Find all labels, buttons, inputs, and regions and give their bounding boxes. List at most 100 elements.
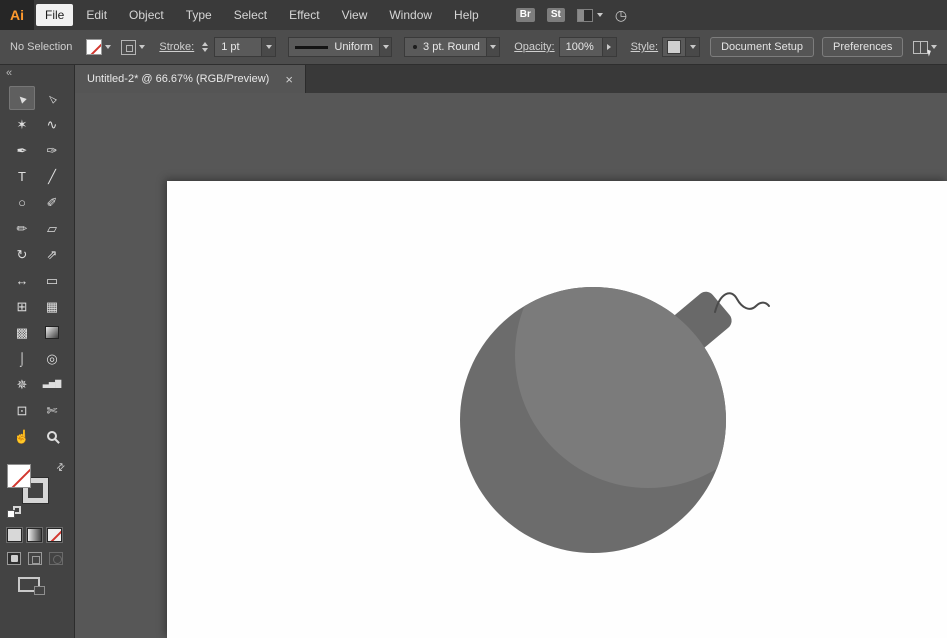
bridge-button[interactable]: Br bbox=[515, 8, 535, 22]
canvas[interactable] bbox=[75, 93, 947, 638]
line-segment-icon: ╱ bbox=[48, 168, 56, 184]
shape-builder-tool[interactable]: ⊞ bbox=[9, 294, 35, 318]
arrange-documents-control[interactable] bbox=[913, 40, 937, 54]
stepper-up-icon[interactable] bbox=[202, 42, 209, 46]
zoom-tool[interactable] bbox=[39, 424, 65, 448]
opacity-dropdown[interactable]: 100% bbox=[558, 37, 617, 57]
perspective-grid-tool[interactable]: ▦ bbox=[39, 294, 65, 318]
pen-tool[interactable]: ✒ bbox=[9, 138, 35, 162]
chevron-down-icon bbox=[689, 45, 696, 49]
menu-window[interactable]: Window bbox=[380, 4, 441, 26]
blend-tool[interactable]: ◎ bbox=[39, 346, 65, 370]
ellipse-tool[interactable]: ○ bbox=[9, 190, 35, 214]
dropdown-button[interactable] bbox=[378, 38, 392, 56]
stepper-down-icon[interactable] bbox=[202, 48, 209, 52]
magic-wand-icon: ✶ bbox=[16, 116, 28, 132]
workspace-switcher[interactable] bbox=[576, 8, 603, 22]
menu-view[interactable]: View bbox=[333, 4, 377, 26]
menu-effect[interactable]: Effect bbox=[280, 4, 328, 26]
gradient-icon bbox=[45, 325, 59, 339]
stroke-color-swatch[interactable] bbox=[121, 39, 137, 55]
dropdown-button[interactable] bbox=[261, 38, 276, 56]
bomb-highlight[interactable] bbox=[515, 222, 781, 488]
default-fill-stroke-icon[interactable] bbox=[7, 506, 21, 519]
rotate-tool[interactable]: ↻ bbox=[9, 242, 35, 266]
shape-builder-icon: ⊞ bbox=[16, 298, 28, 314]
scale-icon: ⇗ bbox=[46, 246, 58, 262]
mesh-tool[interactable]: ▩ bbox=[9, 320, 35, 344]
stroke-weight-dropdown[interactable]: 1 pt bbox=[214, 37, 277, 57]
menu-edit[interactable]: Edit bbox=[77, 4, 116, 26]
free-transform-icon: ▭ bbox=[45, 272, 59, 288]
eraser-tool[interactable]: ▱ bbox=[39, 216, 65, 240]
artboard-tool[interactable]: ⊡ bbox=[9, 398, 35, 422]
column-graph-tool[interactable]: ▃▅▇ bbox=[39, 372, 65, 396]
style-dropdown[interactable] bbox=[662, 37, 701, 57]
selection-tool[interactable]: ► bbox=[9, 86, 35, 111]
collapse-panel-icon[interactable]: « bbox=[0, 65, 18, 80]
draw-normal-button[interactable] bbox=[7, 552, 21, 566]
width-profile-dropdown[interactable]: Uniform bbox=[288, 37, 393, 57]
hand-tool[interactable]: ☝ bbox=[9, 424, 35, 448]
document-tab[interactable]: Untitled-2* @ 66.67% (RGB/Preview) × bbox=[75, 65, 306, 93]
chevron-down-icon bbox=[382, 45, 389, 49]
slice-tool[interactable]: ✄ bbox=[39, 398, 65, 422]
curvature-tool[interactable]: ✑ bbox=[39, 138, 65, 162]
screen-mode-button[interactable] bbox=[18, 577, 45, 596]
menu-help[interactable]: Help bbox=[445, 4, 488, 26]
document-setup-button[interactable]: Document Setup bbox=[710, 37, 815, 57]
lasso-tool[interactable]: ∿ bbox=[39, 112, 65, 136]
gradient-tool[interactable] bbox=[39, 320, 65, 344]
scale-tool[interactable]: ⇗ bbox=[39, 242, 65, 266]
style-swatch bbox=[667, 40, 682, 54]
menu-select[interactable]: Select bbox=[225, 4, 276, 26]
fill-swatch-none[interactable] bbox=[7, 464, 31, 489]
eyedropper-tool[interactable]: ⌡ bbox=[9, 346, 35, 370]
zoom-icon bbox=[47, 431, 57, 442]
color-button[interactable] bbox=[7, 528, 22, 543]
selection-status: No Selection bbox=[10, 41, 73, 53]
fill-color-swatch[interactable] bbox=[86, 39, 103, 55]
artboard[interactable] bbox=[167, 181, 947, 638]
chevron-down-icon[interactable] bbox=[105, 45, 112, 49]
illustrator-logo-icon: Ai bbox=[0, 0, 34, 30]
magic-wand-tool[interactable]: ✶ bbox=[9, 112, 35, 136]
line-segment-tool[interactable]: ╱ bbox=[39, 164, 65, 188]
shaper-tool[interactable]: ✏ bbox=[9, 216, 35, 240]
swap-fill-stroke-icon[interactable]: ⇄ bbox=[54, 461, 68, 475]
draw-inside-button[interactable] bbox=[49, 552, 63, 566]
width-tool[interactable]: ↔ bbox=[9, 268, 35, 292]
dropdown-button[interactable] bbox=[601, 38, 616, 56]
chevron-down-icon[interactable] bbox=[139, 45, 146, 49]
menu-file[interactable]: File bbox=[36, 4, 74, 26]
chevron-down-icon bbox=[931, 45, 937, 49]
brush-dropdown[interactable]: 3 pt. Round bbox=[404, 37, 501, 57]
type-tool[interactable]: T bbox=[9, 164, 35, 188]
preferences-button[interactable]: Preferences bbox=[822, 37, 904, 57]
gpu-performance-icon[interactable]: ◷ bbox=[615, 8, 627, 22]
dropdown-button[interactable] bbox=[485, 38, 500, 56]
menu-object[interactable]: Object bbox=[120, 4, 173, 26]
gradient-button[interactable] bbox=[27, 528, 42, 543]
paintbrush-tool[interactable]: ✐ bbox=[39, 190, 65, 214]
draw-behind-button[interactable] bbox=[28, 552, 42, 566]
artboard-icon: ⊡ bbox=[16, 402, 28, 418]
menu-type[interactable]: Type bbox=[177, 4, 221, 26]
menu-bar: Ai File Edit Object Type Select Effect V… bbox=[0, 0, 947, 30]
chevron-down-icon bbox=[265, 45, 272, 49]
style-label[interactable]: Style: bbox=[631, 41, 659, 53]
stock-button[interactable]: St bbox=[546, 8, 565, 22]
close-tab-icon[interactable]: × bbox=[285, 73, 293, 86]
direct-selection-tool[interactable]: ▻ bbox=[39, 86, 65, 110]
stroke-color-control bbox=[121, 39, 146, 55]
selection-icon: ► bbox=[13, 90, 30, 107]
stroke-label[interactable]: Stroke: bbox=[159, 41, 194, 53]
opacity-label[interactable]: Opacity: bbox=[514, 41, 554, 53]
none-button[interactable] bbox=[47, 528, 62, 543]
symbol-sprayer-tool[interactable]: ✵ bbox=[9, 372, 35, 396]
workspace-switcher-icon bbox=[576, 8, 593, 22]
free-transform-tool[interactable]: ▭ bbox=[39, 268, 65, 292]
stroke-weight-stepper[interactable] bbox=[200, 40, 210, 54]
dropdown-button[interactable] bbox=[685, 38, 700, 56]
blend-icon: ◎ bbox=[46, 350, 58, 366]
